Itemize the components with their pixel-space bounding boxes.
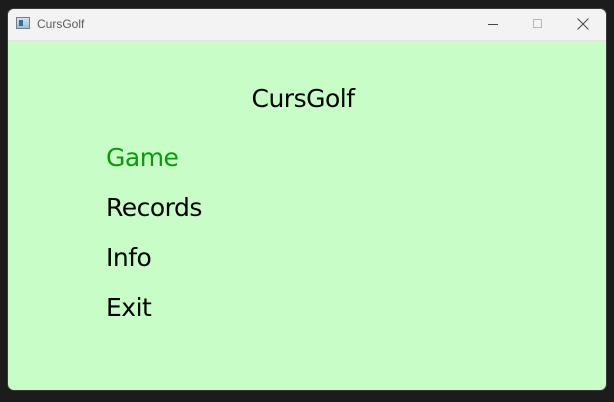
close-icon (577, 18, 589, 30)
menu-item-exit[interactable]: Exit (106, 293, 152, 322)
window-title: CursGolf (37, 17, 85, 31)
maximize-button[interactable] (515, 9, 561, 40)
menu-item-game[interactable]: Game (106, 143, 179, 172)
close-button[interactable] (560, 9, 606, 40)
app-icon (16, 17, 30, 29)
game-title: CursGolf (251, 84, 355, 113)
menu-item-info[interactable]: Info (106, 243, 152, 272)
app-window: CursGolf CursGolf Game Records Info Exit (8, 9, 606, 390)
minimize-button[interactable] (470, 9, 516, 40)
main-menu-screen: CursGolf Game Records Info Exit (8, 41, 606, 390)
title-bar[interactable]: CursGolf (8, 9, 606, 41)
menu-item-records[interactable]: Records (106, 193, 202, 222)
